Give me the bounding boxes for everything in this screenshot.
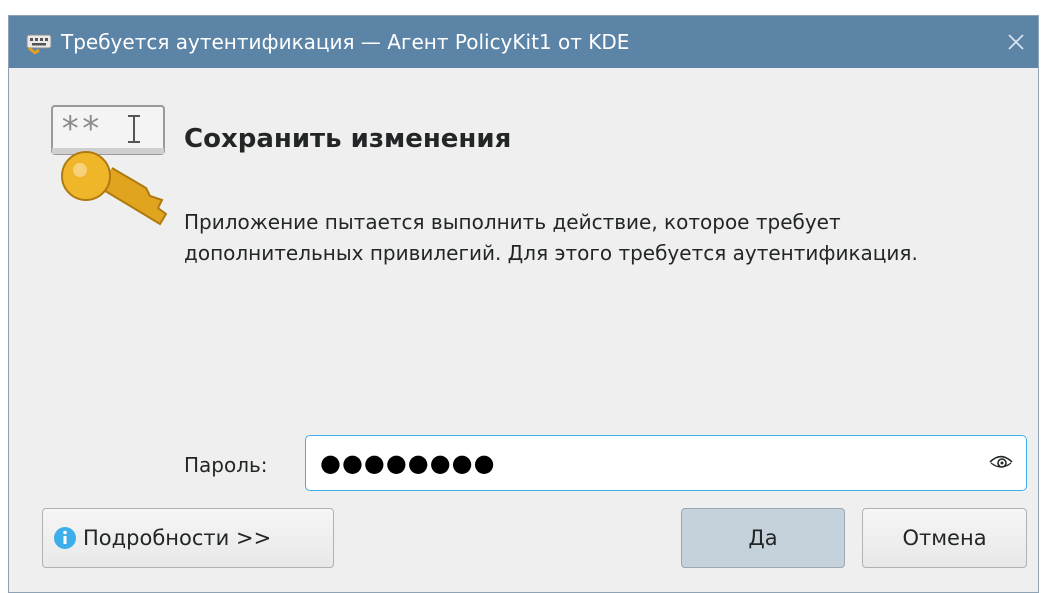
ok-button-label: Да bbox=[748, 526, 778, 550]
title-bar[interactable]: Требуется аутентификация — Агент PolicyK… bbox=[9, 16, 1038, 68]
dialog-heading: Сохранить изменения bbox=[184, 124, 512, 154]
info-icon bbox=[53, 526, 77, 550]
password-field[interactable]: ●●●●●●●● bbox=[305, 435, 1027, 491]
keyboard-icon bbox=[25, 29, 55, 55]
auth-dialog-window: Требуется аутентификация — Агент PolicyK… bbox=[8, 15, 1039, 593]
password-label: Пароль: bbox=[184, 453, 268, 477]
cancel-button[interactable]: Отмена bbox=[862, 508, 1027, 568]
cancel-button-label: Отмена bbox=[902, 526, 987, 550]
window-title: Требуется аутентификация — Агент PolicyK… bbox=[61, 30, 630, 54]
password-key-icon: ** bbox=[42, 96, 177, 226]
details-button-label: Подробности >> bbox=[83, 526, 272, 550]
close-icon[interactable] bbox=[1002, 28, 1030, 56]
svg-text:**: ** bbox=[60, 109, 101, 149]
eye-icon[interactable] bbox=[988, 451, 1014, 473]
ok-button[interactable]: Да bbox=[681, 508, 845, 568]
dialog-description: Приложение пытается выполнить действие, … bbox=[184, 210, 918, 265]
password-value: ●●●●●●●● bbox=[320, 449, 496, 477]
details-button[interactable]: Подробности >> bbox=[42, 508, 334, 568]
